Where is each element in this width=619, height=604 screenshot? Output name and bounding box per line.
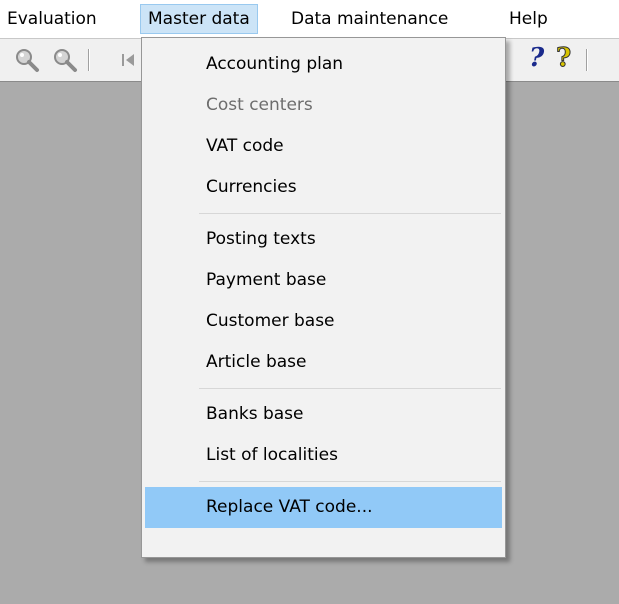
menu-item-currencies[interactable]: Currencies (142, 167, 505, 208)
application-window: Evaluation Master data Data maintenance … (0, 0, 619, 604)
zoom-in-icon[interactable] (14, 47, 42, 73)
menu-item-list-of-localities[interactable]: List of localities (142, 435, 505, 476)
menubar-help[interactable]: Help (502, 4, 555, 34)
menu-item-banks-base[interactable]: Banks base (142, 394, 505, 435)
help-icon[interactable]: ? (555, 43, 571, 74)
menu-item-replace-vat-code[interactable]: Replace VAT code... (145, 487, 502, 528)
menubar-evaluation[interactable]: Evaluation (0, 4, 104, 34)
menu-item-vat-code[interactable]: VAT code (142, 126, 505, 167)
menu-separator (142, 476, 505, 487)
menu-item-accounting-plan[interactable]: Accounting plan (142, 44, 505, 85)
master-data-menu: Accounting plan Cost centers VAT code Cu… (141, 37, 506, 558)
menu-item-cost-centers: Cost centers (206, 95, 313, 115)
menu-separator (142, 208, 505, 219)
menu-bar: Evaluation Master data Data maintenance … (0, 0, 619, 36)
menubar-data-maintenance[interactable]: Data maintenance (284, 4, 455, 34)
toolbar-separator (586, 49, 588, 71)
context-help-icon[interactable]: ? (529, 43, 544, 73)
first-record-icon[interactable] (118, 47, 138, 73)
menubar-master-data[interactable]: Master data (140, 4, 258, 34)
menu-separator (142, 383, 505, 394)
zoom-out-icon[interactable] (52, 47, 80, 73)
menu-item-customer-base[interactable]: Customer base (142, 301, 505, 342)
menu-item-payment-base[interactable]: Payment base (142, 260, 505, 301)
menu-item-article-base[interactable]: Article base (142, 342, 505, 383)
menu-item-posting-texts[interactable]: Posting texts (142, 219, 505, 260)
toolbar-separator (88, 49, 90, 71)
